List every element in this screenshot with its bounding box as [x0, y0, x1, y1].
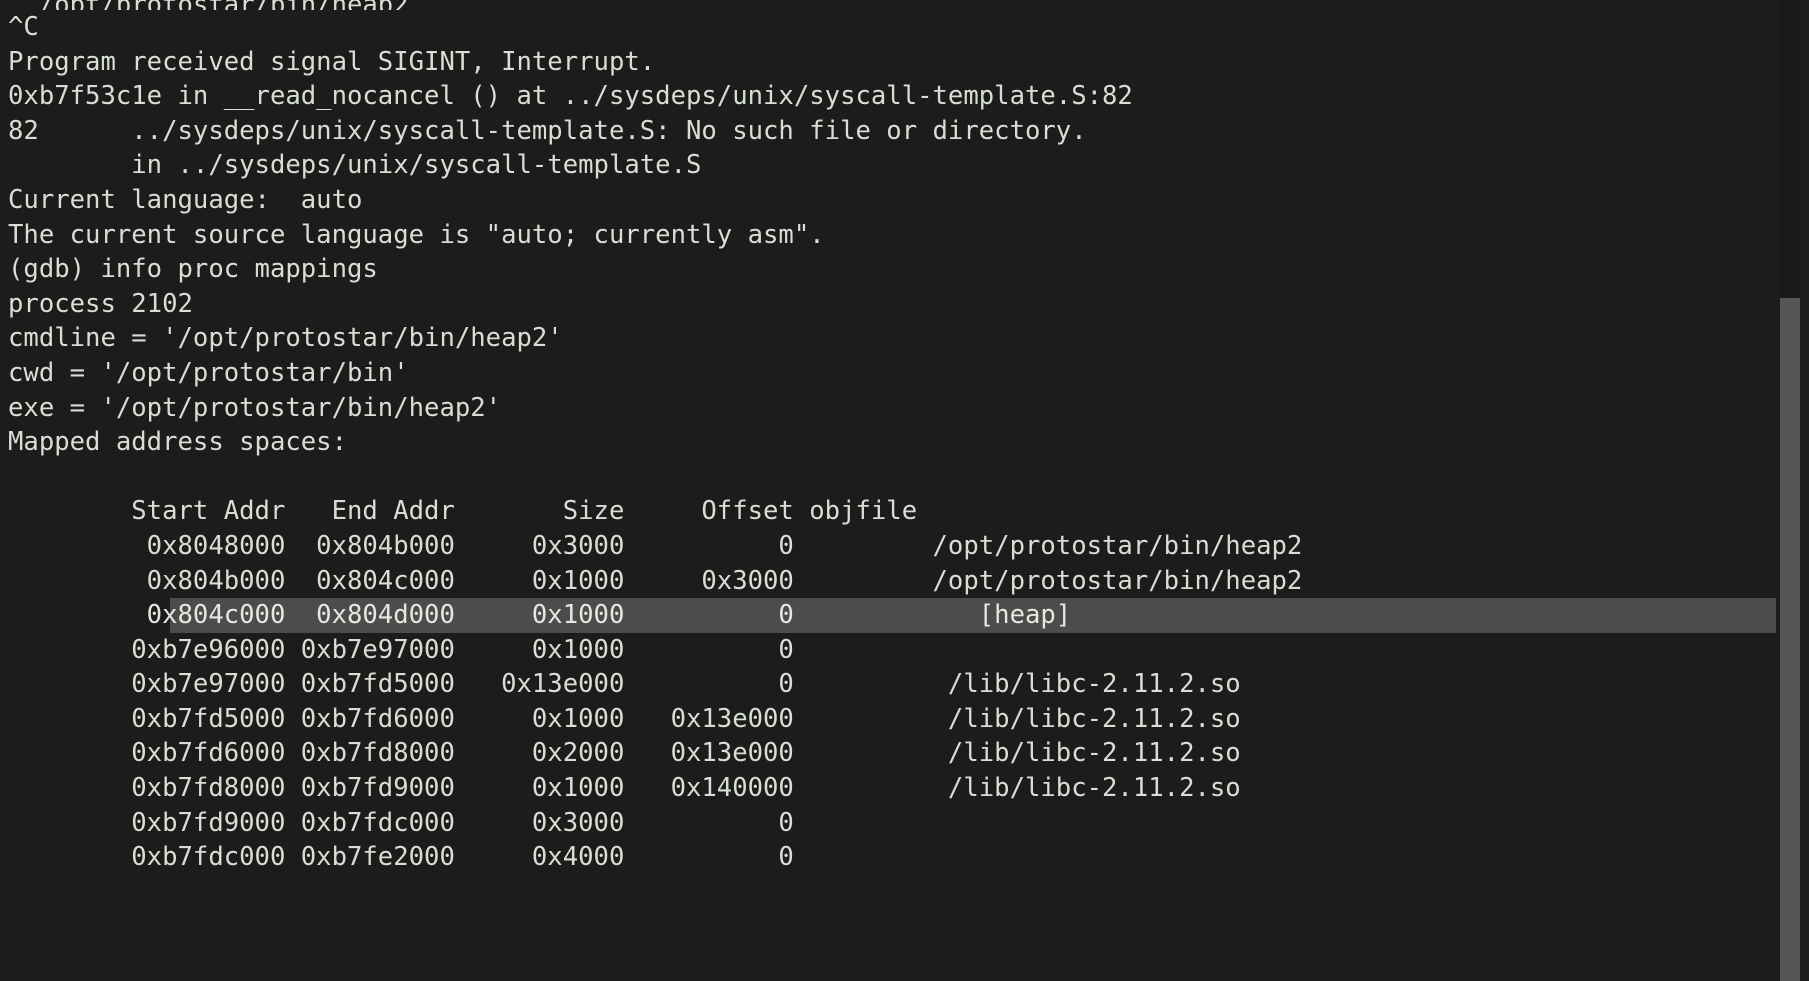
terminal-line-text: cwd = '/opt/protostar/bin' — [8, 357, 409, 388]
line-gdb-prompt-command: (gdb) info proc mappings — [0, 252, 1780, 287]
terminal-line-text: Mapped address spaces: — [8, 427, 347, 458]
terminal-line-text: Current language: auto — [8, 184, 363, 215]
terminal-line-text: exe = '/opt/protostar/bin/heap2' — [8, 392, 502, 423]
line-clipped-top: /opt/protostar/bin/heap2 — [0, 0, 1780, 10]
terminal-line-text: Start Addr End Addr Size Offset objfile — [8, 496, 918, 527]
terminal-line-text: 0xb7fd5000 0xb7fd6000 0x1000 0x13e000 /l… — [8, 703, 1241, 734]
terminal-line-text: 0xb7fdc000 0xb7fe2000 0x4000 0 — [8, 842, 794, 873]
line-map-row-heap: 0x804c000 0x804d000 0x1000 0 [heap] — [0, 598, 1780, 633]
line-source-missing: 82 ../sysdeps/unix/syscall-template.S: N… — [0, 114, 1780, 149]
line-current-language: Current language: auto — [0, 183, 1780, 218]
line-signal-received: Program received signal SIGINT, Interrup… — [0, 45, 1780, 80]
terminal-line-text: cmdline = '/opt/protostar/bin/heap2' — [8, 323, 563, 354]
terminal-line-text: 0xb7fd9000 0xb7fdc000 0x3000 0 — [8, 807, 794, 838]
scrollbar-thumb[interactable] — [1780, 298, 1800, 981]
line-sigint-marker: ^C — [0, 10, 1780, 45]
line-map-row-7: 0xb7fd6000 0xb7fd8000 0x2000 0x13e000 /l… — [0, 736, 1780, 771]
terminal-line-text: process 2102 — [8, 288, 193, 319]
terminal-line-text: 0xb7fd8000 0xb7fd9000 0x1000 0x140000 /l… — [8, 773, 1241, 804]
line-blank-1 — [0, 460, 1780, 495]
terminal-line-text: 0xb7fd6000 0xb7fd8000 0x2000 0x13e000 /l… — [8, 738, 1241, 769]
line-map-row-10: 0xb7fdc000 0xb7fe2000 0x4000 0 — [0, 840, 1780, 875]
terminal-output-screen[interactable]: /opt/protostar/bin/heap2 ^C Program receiv… — [0, 0, 1780, 981]
terminal-line-text: ^C — [8, 12, 39, 42]
terminal-line-text: 0xb7f53c1e in __read_nocancel () at ../s… — [8, 81, 1133, 112]
terminal-line-text: 0x804c000 0x804d000 0x1000 0 [heap] — [8, 600, 1072, 631]
line-source-in: in ../sysdeps/unix/syscall-template.S — [0, 148, 1780, 183]
line-source-language: The current source language is "auto; cu… — [0, 218, 1780, 253]
terminal-line-text: The current source language is "auto; cu… — [8, 219, 825, 250]
terminal-window[interactable]: /opt/protostar/bin/heap2 ^C Program receiv… — [0, 0, 1809, 981]
scrollbar-gutter — [1800, 0, 1809, 981]
terminal-line-text: in ../sysdeps/unix/syscall-template.S — [8, 150, 702, 181]
line-map-row-1: 0x8048000 0x804b000 0x3000 0 /opt/protos… — [0, 529, 1780, 564]
terminal-line-text: 82 ../sysdeps/unix/syscall-template.S: N… — [8, 115, 1087, 146]
line-map-row-5: 0xb7e97000 0xb7fd5000 0x13e000 0 /lib/li… — [0, 667, 1780, 702]
line-map-row-9: 0xb7fd9000 0xb7fdc000 0x3000 0 — [0, 806, 1780, 841]
line-map-row-2: 0x804b000 0x804c000 0x1000 0x3000 /opt/p… — [0, 564, 1780, 599]
line-map-row-8: 0xb7fd8000 0xb7fd9000 0x1000 0x140000 /l… — [0, 771, 1780, 806]
line-map-row-4: 0xb7e96000 0xb7e97000 0x1000 0 — [0, 633, 1780, 668]
line-frame-address: 0xb7f53c1e in __read_nocancel () at ../s… — [0, 79, 1780, 114]
terminal-line-text: Program received signal SIGINT, Interrup… — [8, 46, 656, 77]
line-map-row-6: 0xb7fd5000 0xb7fd6000 0x1000 0x13e000 /l… — [0, 702, 1780, 737]
line-table-header: Start Addr End Addr Size Offset objfile — [0, 494, 1780, 529]
line-mapped-address-spaces: Mapped address spaces: — [0, 425, 1780, 460]
vertical-scrollbar[interactable] — [1780, 0, 1800, 981]
line-cwd: cwd = '/opt/protostar/bin' — [0, 356, 1780, 391]
terminal-line-text: 0x804b000 0x804c000 0x1000 0x3000 /opt/p… — [8, 565, 1303, 596]
line-exe: exe = '/opt/protostar/bin/heap2' — [0, 391, 1780, 426]
terminal-line-text: 0x8048000 0x804b000 0x3000 0 /opt/protos… — [8, 530, 1303, 561]
terminal-line-text: /opt/protostar/bin/heap2 — [8, 0, 409, 10]
line-process: process 2102 — [0, 287, 1780, 322]
terminal-line-text: 0xb7e97000 0xb7fd5000 0x13e000 0 /lib/li… — [8, 669, 1241, 700]
line-cmdline: cmdline = '/opt/protostar/bin/heap2' — [0, 321, 1780, 356]
terminal-line-text: 0xb7e96000 0xb7e97000 0x1000 0 — [8, 634, 794, 665]
terminal-line-text: (gdb) info proc mappings — [8, 254, 378, 285]
